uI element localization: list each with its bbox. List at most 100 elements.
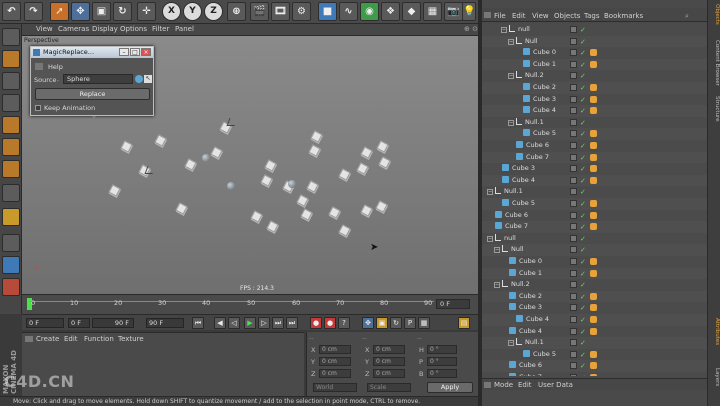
enabled-check-icon[interactable]: ✓ — [580, 129, 586, 140]
layer-flag-icon[interactable] — [570, 118, 577, 126]
replace-button[interactable]: Replace — [35, 88, 150, 100]
om-menu-view[interactable]: View — [532, 12, 549, 20]
layer-flag-icon[interactable] — [570, 200, 577, 207]
phong-tag-icon[interactable] — [590, 153, 597, 161]
enabled-check-icon[interactable]: ✓ — [580, 25, 586, 36]
layer-flag-icon[interactable] — [570, 362, 577, 370]
layer-flag-icon[interactable] — [570, 258, 577, 265]
scale-tool-icon[interactable]: ▣ — [92, 2, 111, 21]
object-row[interactable]: Cube 0 ✓ — [482, 47, 707, 59]
phong-tag-icon[interactable] — [590, 211, 597, 219]
polygons-mode-icon[interactable] — [2, 160, 20, 178]
start-frame-field[interactable]: 0 F — [26, 318, 64, 328]
coord-scale-select[interactable]: Scale — [367, 383, 411, 392]
phong-tag-icon[interactable] — [590, 292, 597, 300]
spline-icon[interactable]: ∿ — [339, 2, 358, 21]
viewport-cube[interactable] — [378, 156, 391, 169]
close-icon[interactable]: × — [141, 48, 151, 56]
collapse-toggle-icon[interactable]: − — [508, 73, 514, 80]
layer-flag-icon[interactable] — [570, 49, 577, 57]
model-mode-icon[interactable] — [2, 50, 20, 68]
object-row[interactable]: − Null ✓ — [482, 35, 707, 48]
next-frame-icon[interactable]: ▷ — [258, 317, 270, 329]
phong-tag-icon[interactable] — [590, 142, 597, 149]
viewport-cube[interactable] — [356, 162, 369, 175]
object-row[interactable]: Cube 5 ✓ — [482, 198, 707, 210]
tab-layers[interactable]: Layers — [709, 368, 720, 386]
viewport-menu-options[interactable]: Options — [120, 25, 147, 33]
viewport-menu-cameras[interactable]: Cameras — [58, 25, 89, 33]
layer-flag-icon[interactable] — [570, 269, 577, 277]
viewport-cube[interactable] — [108, 184, 121, 197]
layer-flag-icon[interactable] — [570, 339, 577, 347]
key-rotation-icon[interactable]: ↻ — [390, 317, 402, 329]
enabled-check-icon[interactable]: ✓ — [580, 315, 586, 326]
enabled-check-icon[interactable]: ✓ — [580, 292, 586, 303]
tab-structure[interactable]: Structure — [709, 96, 720, 122]
enabled-check-icon[interactable]: ✓ — [580, 141, 586, 152]
maximize-icon[interactable]: □ — [130, 48, 140, 56]
layer-flag-icon[interactable] — [570, 234, 577, 242]
object-row[interactable]: Cube 5 ✓ — [482, 128, 707, 140]
phong-tag-icon[interactable] — [590, 304, 597, 312]
viewport-cube[interactable] — [310, 130, 323, 143]
phong-tag-icon[interactable] — [590, 374, 597, 376]
size-x-field[interactable]: 0 cm — [373, 345, 405, 354]
collapse-toggle-icon[interactable]: − — [494, 247, 500, 254]
am-menu-mode[interactable]: Mode — [494, 381, 513, 389]
enabled-check-icon[interactable]: ✓ — [580, 95, 586, 106]
enabled-check-icon[interactable]: ✓ — [580, 361, 586, 372]
material-menu-edit[interactable]: Edit — [64, 335, 78, 343]
key-position-icon[interactable]: ✥ — [362, 317, 374, 329]
enabled-check-icon[interactable]: ✓ — [580, 280, 586, 291]
play-icon[interactable]: ▶ — [244, 317, 256, 329]
object-row[interactable]: Cube 7 ✓ — [482, 372, 707, 376]
enabled-check-icon[interactable]: ✓ — [580, 245, 586, 256]
apply-button[interactable]: Apply — [427, 382, 473, 393]
object-row[interactable]: Cube 3 ✓ — [482, 94, 707, 106]
workplane-icon[interactable] — [2, 94, 20, 112]
phong-tag-icon[interactable] — [590, 316, 597, 323]
enabled-check-icon[interactable]: ✓ — [580, 222, 586, 233]
minimize-icon[interactable]: – — [119, 48, 129, 56]
end-frame-field[interactable]: 90 F — [146, 318, 184, 328]
am-menu-user-data[interactable]: User Data — [538, 381, 573, 389]
phong-tag-icon[interactable] — [590, 362, 597, 370]
current-frame-field[interactable]: 0 F — [436, 299, 470, 309]
om-search-icon[interactable]: ⌕ — [685, 12, 689, 21]
points-mode-icon[interactable] — [2, 116, 20, 134]
autokey-icon[interactable]: ● — [324, 317, 336, 329]
undo-icon[interactable]: ↶ — [2, 2, 21, 21]
am-menu-edit[interactable]: Edit — [518, 381, 532, 389]
viewport-cube[interactable] — [250, 210, 263, 223]
phong-tag-icon[interactable] — [590, 258, 597, 265]
phong-tag-icon[interactable] — [590, 95, 597, 103]
om-menu-edit[interactable]: Edit — [512, 12, 526, 20]
phong-tag-icon[interactable] — [590, 350, 597, 358]
viewport-menu-view[interactable]: View — [36, 25, 53, 33]
viewport-cube[interactable] — [375, 200, 388, 213]
coord-mode-select[interactable]: World — [313, 383, 357, 392]
collapse-toggle-icon[interactable]: − — [487, 189, 493, 196]
deformer-icon[interactable]: ◆ — [402, 2, 421, 21]
viewport-cube[interactable] — [120, 140, 133, 153]
timeline-track[interactable] — [30, 301, 434, 302]
go-to-end-icon[interactable]: ⏭ — [286, 317, 298, 329]
nurbs-icon[interactable]: ◉ — [360, 2, 379, 21]
y-axis-lock-icon[interactable]: Y — [183, 2, 202, 21]
object-row[interactable]: − Null.1 ✓ — [482, 337, 707, 349]
layer-flag-icon[interactable] — [570, 246, 577, 254]
object-row[interactable]: Cube 6 ✓ — [482, 360, 707, 372]
enabled-check-icon[interactable]: ✓ — [580, 71, 586, 82]
enabled-check-icon[interactable]: ✓ — [580, 48, 586, 59]
phong-tag-icon[interactable] — [590, 327, 597, 335]
object-row[interactable]: Cube 4 ✓ — [482, 174, 707, 187]
phong-tag-icon[interactable] — [590, 107, 597, 115]
axis-mode-icon[interactable] — [2, 184, 20, 202]
range-slider[interactable]: 90 F — [92, 318, 134, 328]
enabled-check-icon[interactable]: ✓ — [580, 199, 586, 210]
object-row[interactable]: Cube 4 ✓ — [482, 314, 707, 326]
tab-objects[interactable]: Objects — [709, 4, 720, 25]
rot-b-field[interactable]: 0 ° — [427, 369, 457, 378]
object-row[interactable]: Cube 7 ✓ — [482, 151, 707, 164]
